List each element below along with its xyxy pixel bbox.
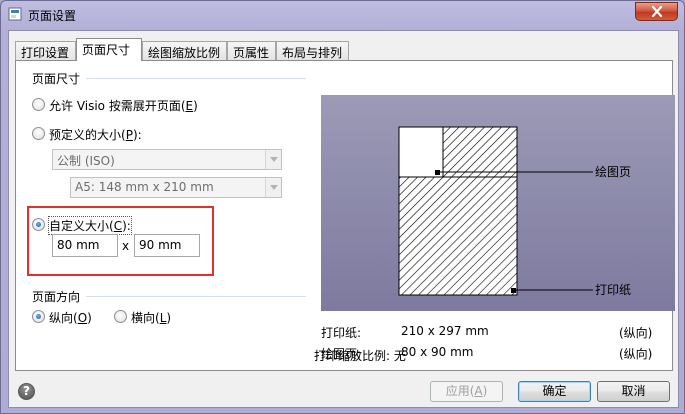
apply-button[interactable]: 应用(A) — [430, 381, 503, 402]
paper-orientation-value: (纵向) — [619, 326, 653, 340]
close-button[interactable] — [635, 2, 678, 21]
access-key: O — [77, 311, 88, 325]
drawing-page-handle — [435, 170, 440, 175]
group-divider — [86, 296, 306, 297]
page-size-group-label: 页面尺寸 — [32, 72, 81, 86]
unit-system-value: 公制 (ISO) — [57, 154, 115, 168]
drawing-page-shape — [398, 126, 444, 178]
drawing-size-value: 80 x 90 mm — [401, 345, 474, 359]
chevron-down-icon[interactable] — [265, 150, 281, 169]
landscape-radio[interactable] — [114, 310, 127, 323]
predefined-size-label[interactable]: 预定义的大小(P): — [49, 126, 142, 143]
drawing-page-caption: 绘图页 — [595, 164, 631, 179]
fit-to-drawing-label[interactable]: 允许 Visio 按需展开页面(E) — [49, 97, 198, 114]
label-text: 允许 Visio 按需展开页面( — [49, 99, 186, 113]
predefined-size-radio[interactable] — [32, 127, 45, 140]
preview-canvas: 绘图页 打印纸 — [398, 126, 631, 297]
label-suffix: ) — [166, 311, 172, 325]
landscape-label[interactable]: 横向(L) — [131, 309, 171, 326]
paper-size-select[interactable]: A5: 148 mm x 210 mm — [70, 177, 282, 198]
times-sign: x — [122, 239, 130, 253]
tab-page-size[interactable]: 页面尺寸 — [76, 38, 142, 61]
custom-size-radio[interactable] — [32, 218, 45, 231]
unit-system-select[interactable]: 公制 (ISO) — [52, 149, 282, 170]
fit-to-drawing-radio[interactable] — [32, 98, 45, 111]
paper-size-caption: 打印纸: — [321, 326, 362, 340]
paper-handle — [511, 288, 516, 293]
tab-label: 打印设置 — [21, 46, 70, 60]
label-text: 横向( — [131, 311, 160, 325]
dialog-client: 打印设置 页面尺寸 绘图缩放比例 页属性 布局与排列 页面尺寸 允许 Visio… — [8, 30, 679, 408]
tab-layout-routing[interactable]: 布局与排列 — [276, 41, 349, 60]
label-text: 预定义的大小( — [49, 128, 126, 142]
visio-app-icon — [8, 7, 22, 21]
label-text: 应用( — [445, 384, 475, 398]
portrait-label[interactable]: 纵向(O) — [49, 309, 92, 326]
custom-size-label[interactable]: 自定义大小(C): — [48, 216, 132, 235]
access-key: E — [185, 99, 194, 113]
paper-size-value: A5: 148 mm x 210 mm — [75, 180, 214, 194]
page-size-panel: 页面尺寸 允许 Visio 按需展开页面(E) 预定义的大小(P): 公制 (I… — [15, 60, 675, 371]
tab-label: 布局与排列 — [282, 46, 343, 60]
tab-drawing-scale[interactable]: 绘图缩放比例 — [142, 41, 227, 60]
tab-label: 绘图缩放比例 — [148, 46, 221, 60]
close-icon — [651, 6, 662, 17]
label-suffix: ) — [87, 311, 92, 325]
tab-print-setup[interactable]: 打印设置 — [15, 41, 76, 60]
custom-height-input[interactable]: 90 mm — [134, 234, 200, 257]
tab-label: 页面尺寸 — [82, 43, 131, 57]
window-title: 页面设置 — [28, 9, 77, 23]
print-zoom-text: 打印缩放比例: 无 — [314, 349, 406, 363]
access-key: A — [474, 384, 483, 398]
label-text: 纵向( — [49, 311, 78, 325]
custom-width-input[interactable]: 80 mm — [52, 234, 118, 257]
cancel-button[interactable]: 取消 — [597, 381, 670, 402]
ok-button[interactable]: 确定 — [518, 381, 591, 402]
paper-size-value: 210 x 297 mm — [401, 324, 489, 338]
label-suffix: ) — [482, 384, 488, 398]
label-suffix: ): — [132, 128, 142, 142]
tab-label: 页属性 — [233, 46, 270, 60]
label-suffix: ) — [193, 99, 198, 113]
page-preview: 绘图页 打印纸 — [321, 95, 675, 311]
access-key: C — [113, 219, 123, 233]
label-suffix: ): — [122, 219, 131, 233]
access-key: P — [125, 128, 133, 142]
orientation-group-label: 页面方向 — [32, 290, 81, 304]
chevron-down-icon[interactable] — [265, 178, 281, 197]
tab-page-properties[interactable]: 页属性 — [227, 41, 276, 60]
page-setup-dialog: 页面设置 打印设置 页面尺寸 绘图缩放比例 页属性 布局与排列 页面尺寸 允许 … — [0, 0, 685, 414]
group-divider — [86, 78, 306, 79]
label-text: 自定义大小( — [49, 219, 114, 233]
title-bar[interactable]: 页面设置 — [1, 1, 684, 29]
drawing-orientation-value: (纵向) — [619, 347, 653, 361]
portrait-radio[interactable] — [32, 310, 45, 323]
help-icon[interactable]: ? — [18, 383, 35, 400]
printer-paper-caption: 打印纸 — [595, 283, 631, 297]
